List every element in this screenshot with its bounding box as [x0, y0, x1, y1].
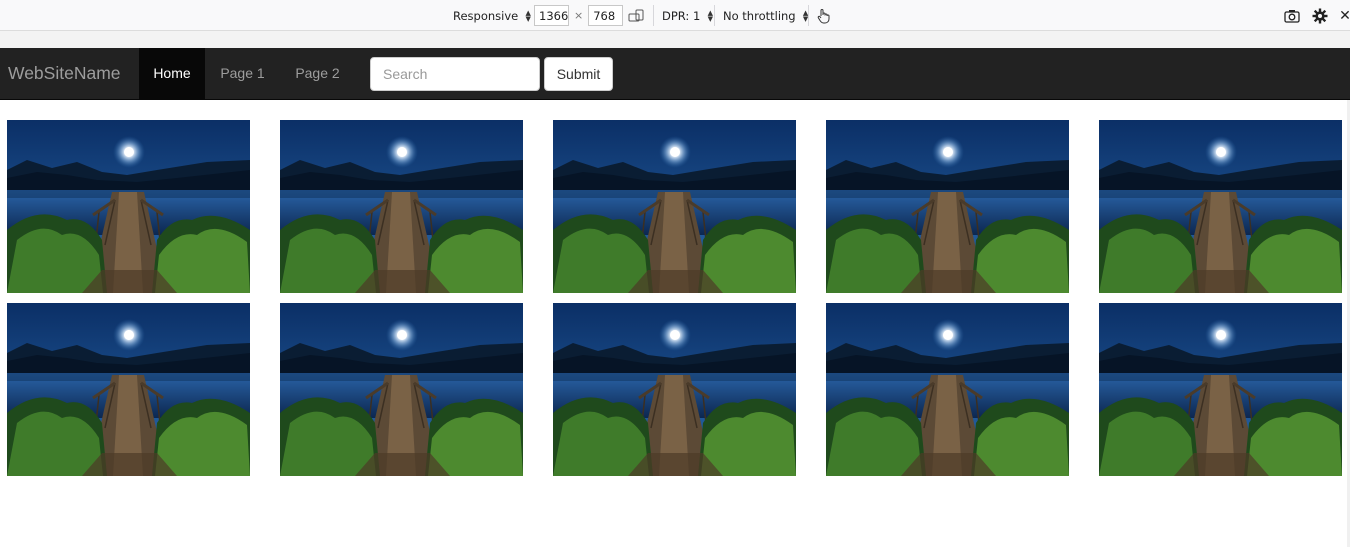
screenshot-camera-icon[interactable]	[1282, 0, 1302, 31]
viewport-width-value: 1366	[539, 8, 569, 23]
rotate-viewport-icon[interactable]	[626, 0, 648, 31]
gallery-image	[553, 120, 796, 293]
viewport-width-input[interactable]: 1366	[534, 5, 569, 26]
select-arrows-icon: ▲ ▼	[525, 8, 531, 23]
throttling-selector-label: No throttling	[723, 8, 796, 23]
gallery-image	[7, 120, 250, 293]
dpr-selector[interactable]: DPR: 1 ▲ ▼	[662, 0, 714, 31]
close-icon[interactable]: ✕	[1340, 0, 1350, 31]
toolbar-separator	[714, 5, 715, 26]
gallery-image	[280, 303, 523, 476]
toolbar-separator	[653, 5, 654, 26]
viewport-top-margin	[0, 31, 1350, 48]
nav-item-page-1[interactable]: Page 1	[205, 48, 280, 99]
touch-simulation-icon[interactable]	[815, 0, 831, 31]
close-glyph: ✕	[1340, 7, 1350, 24]
device-selector[interactable]: Responsive ▲ ▼	[453, 0, 532, 31]
gallery-image	[826, 120, 1069, 293]
gallery-image	[1099, 303, 1342, 476]
settings-gear-icon[interactable]	[1310, 0, 1330, 31]
gallery-image	[7, 303, 250, 476]
site-navbar: WebSiteName Home Page 1 Page 2 Submit	[0, 48, 1350, 100]
viewport-height-input[interactable]: 768	[588, 5, 624, 26]
nav-item-page-2[interactable]: Page 2	[280, 48, 355, 99]
gallery-image	[280, 120, 523, 293]
device-selector-label: Responsive	[453, 8, 519, 23]
viewport-height-value: 768	[593, 8, 616, 23]
site-brand-link[interactable]: WebSiteName	[8, 48, 121, 99]
throttling-selector[interactable]: No throttling ▲ ▼	[723, 0, 810, 31]
dpr-selector-label: DPR: 1	[662, 8, 701, 23]
dimension-separator: ×	[574, 9, 584, 22]
gallery-image	[826, 303, 1069, 476]
search-input[interactable]	[370, 57, 540, 91]
gallery-image	[553, 303, 796, 476]
gallery-image	[1099, 120, 1342, 293]
devtools-responsive-toolbar: Responsive ▲ ▼ 1366 × 768 DPR: 1 ▲ ▼ No th…	[0, 0, 1350, 31]
submit-button[interactable]: Submit	[544, 57, 613, 91]
toolbar-separator	[808, 5, 809, 26]
nav-item-home[interactable]: Home	[139, 48, 205, 99]
image-gallery	[7, 120, 1343, 476]
